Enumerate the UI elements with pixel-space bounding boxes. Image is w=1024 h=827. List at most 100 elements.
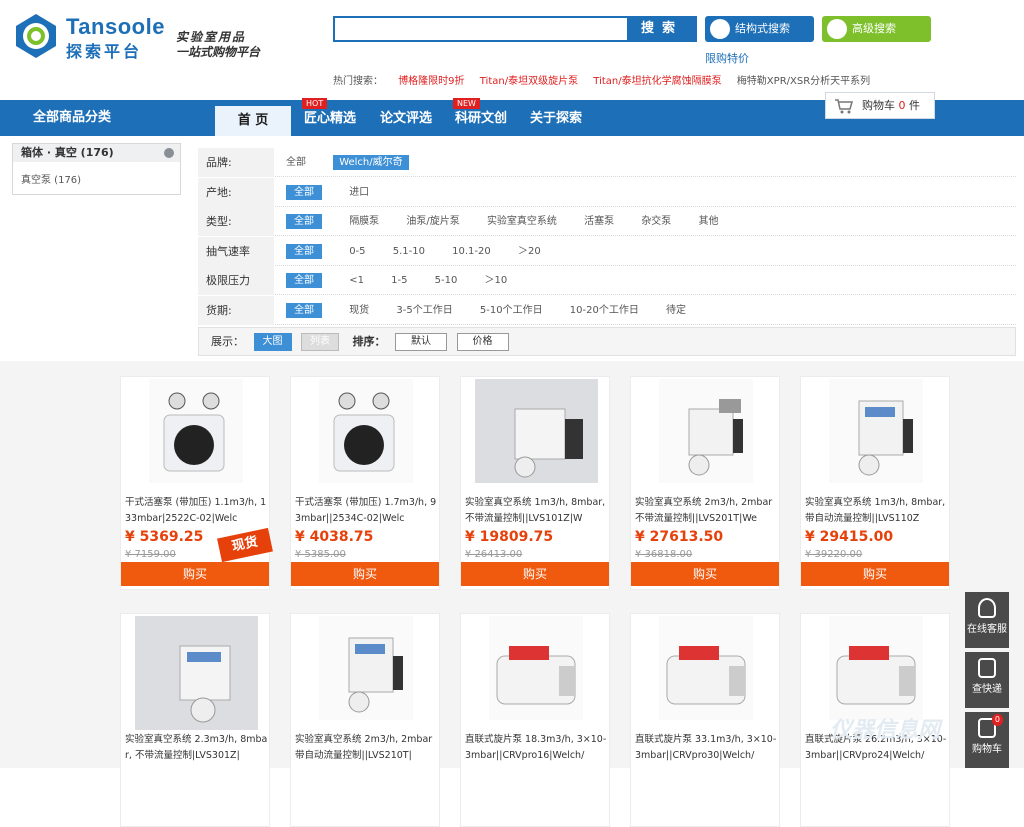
filter-option[interactable]: 待定 [666, 305, 686, 316]
search-input[interactable] [333, 16, 627, 42]
product-card[interactable]: 直联式旋片泵 33.1m3/h, 3×10-3mbar||CRVpro30|We… [630, 613, 780, 827]
filter-option-selected[interactable]: 全部 [286, 273, 322, 288]
product-image[interactable] [659, 616, 753, 720]
buy-button[interactable]: 购买 [801, 562, 949, 586]
nav-research-creative[interactable]: NEW 科研文创 [451, 98, 511, 136]
filter-option-selected[interactable]: 全部 [286, 185, 322, 200]
cart-label: 购物车 [862, 99, 895, 112]
product-name[interactable]: 直联式旋片泵 18.3m3/h, 3×10-3mbar||CRVpro16|We… [465, 732, 608, 764]
filter-option[interactable]: 杂交泵 [641, 216, 671, 227]
online-service-button[interactable]: 在线客服 [965, 592, 1009, 648]
product-old-price: ¥ 5385.00 [295, 549, 346, 560]
expand-icon[interactable] [164, 148, 174, 158]
product-image[interactable] [319, 616, 413, 720]
product-image[interactable] [475, 379, 598, 483]
structure-search-button[interactable]: 结构式搜索 [705, 16, 814, 42]
large-view-button[interactable]: 大图 [253, 333, 292, 351]
filter-option-selected[interactable]: 全部 [286, 214, 322, 229]
product-card[interactable]: 实验室真空系统 2m3/h, 2mbar 带自动流量控制||LVS210T| [290, 613, 440, 827]
sort-default-button[interactable]: 默认 [395, 333, 447, 351]
product-name[interactable]: 实验室真空系统 2.3m3/h, 8mbar, 不带流量控制|LVS301Z| [125, 732, 268, 764]
floating-cart-button[interactable]: 0 购物车 [965, 712, 1009, 768]
product-image[interactable] [659, 379, 753, 483]
product-name[interactable]: 干式活塞泵 (带加压) 1.7m3/h, 93mbar||2534C-02|We… [295, 495, 438, 527]
filter-row-origin: 产地: 全部 进口 [198, 178, 1016, 207]
filter-option[interactable]: 其他 [699, 216, 719, 227]
product-card[interactable]: 干式活塞泵 (带加压) 1.7m3/h, 93mbar||2534C-02|We… [290, 376, 440, 590]
product-card[interactable]: 实验室真空系统 1m3/h, 8mbar, 带自动流量控制||LVS110Z ¥… [800, 376, 950, 590]
buy-button[interactable]: 购买 [461, 562, 609, 586]
filter-option[interactable]: 5.1-10 [393, 246, 425, 257]
product-image[interactable] [319, 379, 413, 483]
hot-search-link[interactable]: 博格隆限时9折 [398, 76, 464, 87]
filter-option[interactable]: 现货 [349, 305, 369, 316]
advanced-search-button[interactable]: 高级搜索 [822, 16, 931, 42]
product-price: ¥ 5369.25 [125, 529, 204, 545]
hot-search-link[interactable]: 梅特勒XPR/XSR分析天平系列 [737, 76, 870, 87]
product-image[interactable] [135, 616, 258, 730]
filter-option-selected[interactable]: 全部 [286, 303, 322, 318]
nav-paper-selection[interactable]: 论文评选 [376, 100, 436, 136]
filter-option[interactable]: 实验室真空系统 [487, 216, 557, 227]
logo-wordmark[interactable]: Tansoole [66, 14, 165, 40]
list-view-button[interactable]: 列表 [301, 333, 339, 351]
filter-option[interactable]: 10-20个工作日 [570, 305, 639, 316]
category-heading[interactable]: 箱体 · 真空 (176) [13, 144, 180, 162]
product-name[interactable]: 实验室真空系统 1m3/h, 8mbar, 不带流量控制||LVS101Z|W [465, 495, 608, 527]
filter-option[interactable]: 全部 [286, 157, 306, 168]
product-image[interactable] [829, 379, 923, 483]
product-card[interactable]: 干式活塞泵 (带加压) 1.1m3/h, 133mbar|2522C-02|We… [120, 376, 273, 590]
filter-option[interactable]: 10.1-20 [452, 246, 491, 257]
sort-price-button[interactable]: 价格 [456, 333, 509, 351]
hot-search-link[interactable]: Titan/泰坦双级旋片泵 [480, 76, 578, 87]
buy-button[interactable]: 购买 [631, 562, 779, 586]
logo-icon[interactable] [12, 12, 60, 60]
promo-link[interactable]: 限购特价 [705, 50, 749, 66]
product-name[interactable]: 直联式旋片泵 33.1m3/h, 3×10-3mbar||CRVpro30|We… [635, 732, 778, 764]
filter-option[interactable]: 1-5 [391, 275, 407, 286]
filter-label: 极限压力 [198, 266, 274, 295]
filter-option[interactable]: ＞20 [518, 246, 541, 257]
filter-label: 抽气速率 [198, 237, 274, 266]
sort-bar: 展示： 大图 列表 排序： 默认 价格 [198, 327, 1016, 356]
product-name[interactable]: 实验室真空系统 2m3/h, 2mbar 带自动流量控制||LVS210T| [295, 732, 438, 764]
product-name[interactable]: 实验室真空系统 1m3/h, 8mbar, 带自动流量控制||LVS110Z [805, 495, 948, 527]
product-card[interactable]: 实验室真空系统 2.3m3/h, 8mbar, 不带流量控制|LVS301Z| [120, 613, 270, 827]
track-delivery-button[interactable]: 查快递 [965, 652, 1009, 708]
filter-option[interactable]: <1 [349, 275, 364, 286]
filter-option-selected[interactable]: 全部 [286, 244, 322, 259]
product-price: ¥ 27613.50 [635, 529, 724, 545]
nav-home[interactable]: 首 页 [215, 106, 291, 136]
filter-option[interactable]: 5-10 [435, 275, 458, 286]
product-card[interactable]: 直联式旋片泵 18.3m3/h, 3×10-3mbar||CRVpro16|We… [460, 613, 610, 827]
filter-option[interactable]: 5-10个工作日 [480, 305, 543, 316]
filter-option[interactable]: 0-5 [349, 246, 365, 257]
nav-research-creative-label: 科研文创 [454, 111, 507, 126]
filter-option[interactable]: 3-5个工作日 [396, 305, 452, 316]
filter-option[interactable]: ＞10 [485, 275, 508, 286]
product-card[interactable]: 实验室真空系统 2m3/h, 2mbar 不带流量控制||LVS201T|We … [630, 376, 780, 590]
all-categories-menu[interactable]: 全部商品分类 [0, 100, 198, 136]
filter-option[interactable]: 活塞泵 [584, 216, 614, 227]
filter-option[interactable]: 进口 [349, 187, 369, 198]
product-price: ¥ 19809.75 [465, 529, 554, 545]
category-item[interactable]: 真空泵 (176) [13, 162, 180, 186]
product-image[interactable] [489, 616, 583, 720]
filter-option-selected[interactable]: Welch/威尔奇 [333, 155, 409, 170]
product-name[interactable]: 干式活塞泵 (带加压) 1.1m3/h, 133mbar|2522C-02|We… [125, 495, 268, 527]
nav-about[interactable]: 关于探索 [526, 100, 586, 136]
logo-chinese[interactable]: 探索平台 [66, 38, 142, 62]
hot-search-link[interactable]: Titan/泰坦抗化学腐蚀隔膜泵 [593, 76, 721, 87]
filter-option[interactable]: 隔膜泵 [349, 216, 379, 227]
buy-button[interactable]: 购买 [121, 562, 269, 586]
product-card[interactable]: 实验室真空系统 1m3/h, 8mbar, 不带流量控制||LVS101Z|W … [460, 376, 610, 590]
filter-option[interactable]: 油泵/旋片泵 [406, 216, 459, 227]
search-button[interactable]: 搜索 [627, 16, 697, 42]
cart-button[interactable]: 购物车 0 件 [825, 92, 935, 119]
product-image[interactable] [829, 616, 923, 720]
buy-button[interactable]: 购买 [291, 562, 439, 586]
cart-count: 0 [898, 99, 906, 112]
product-name[interactable]: 实验室真空系统 2m3/h, 2mbar 不带流量控制||LVS201T|We [635, 495, 778, 527]
product-image[interactable] [149, 379, 243, 483]
nav-featured[interactable]: HOT 匠心精选 [300, 98, 360, 136]
